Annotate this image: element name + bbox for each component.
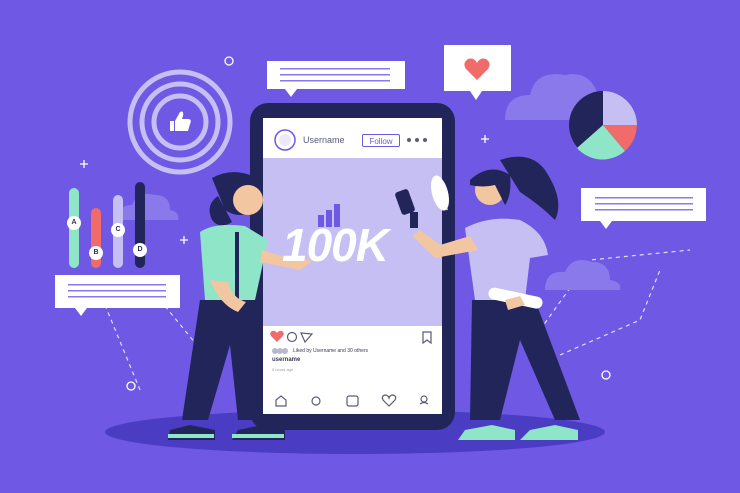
bar-chart — [67, 182, 147, 268]
bar-label-a: A — [71, 219, 77, 226]
bar-label-b: B — [93, 249, 99, 256]
more-dots-icon — [407, 138, 427, 142]
liked-avatars — [272, 348, 288, 354]
caption-username[interactable]: username — [272, 357, 300, 363]
pie-chart-icon — [569, 91, 638, 160]
post-image-text: 100K — [282, 219, 389, 271]
speech-bubble-top — [267, 61, 405, 97]
speech-bubble-left — [55, 275, 180, 316]
speech-bubble-heart — [444, 45, 511, 100]
post-username[interactable]: Username — [303, 135, 345, 145]
bar-label-d: D — [137, 246, 143, 253]
like-target-icon — [127, 69, 233, 175]
speech-bubble-right — [581, 188, 706, 229]
bar-label-c: C — [115, 226, 121, 233]
liked-by-text[interactable]: Liked by Username and 30 others — [293, 348, 368, 354]
post-timestamp: 5 hours ago — [272, 367, 294, 372]
follow-button[interactable]: Follow — [362, 134, 400, 147]
